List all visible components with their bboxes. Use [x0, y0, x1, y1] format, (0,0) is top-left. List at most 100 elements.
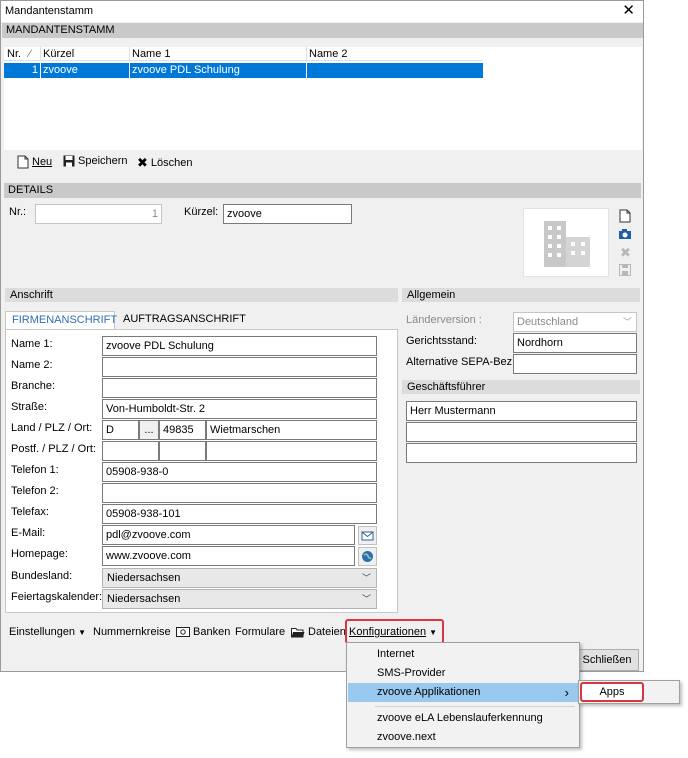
laenderversion-label: Länderversion : — [406, 314, 482, 326]
dateien-label: Dateien — [308, 626, 346, 638]
konfigurationen-dropdown: Internet SMS-Provider zvoove Applikation… — [346, 642, 580, 748]
col-nr[interactable]: Nr. — [7, 48, 21, 60]
kuerzel-label: Kürzel: — [184, 206, 219, 218]
chevron-down-icon: ﹀ — [361, 594, 371, 604]
schliessen-button[interactable]: Schließen — [575, 649, 639, 671]
gerichtsstand-label: Gerichtsstand: — [406, 335, 477, 347]
nummernkreise-label: Nummernkreise — [93, 626, 171, 638]
banknote-icon — [176, 627, 190, 637]
logo-new-icon[interactable] — [619, 209, 631, 223]
tab-auftragsanschrift[interactable]: AUFTRAGSANSCHRIFT — [117, 311, 252, 330]
name1-label: Name 1: — [11, 338, 53, 350]
sepa-field[interactable] — [513, 354, 637, 374]
new-document-icon — [17, 155, 29, 169]
mandantenstamm-header: MANDANTENSTAMM — [2, 23, 643, 38]
postfach-ort-field[interactable] — [206, 441, 377, 461]
telefax-label: Telefax: — [11, 506, 49, 518]
telefon2-label: Telefon 2: — [11, 485, 59, 497]
cell-kuerzel: zvoove — [43, 64, 78, 76]
homepage-label: Homepage: — [11, 548, 68, 560]
einstellungen-label: Einstellungen — [9, 626, 76, 638]
name2-label: Name 2: — [11, 359, 53, 371]
details-header: DETAILS — [4, 183, 641, 198]
land-lookup-button[interactable]: ... — [139, 420, 159, 440]
col-kuerzel[interactable]: Kürzel — [43, 48, 74, 60]
geschaeftsfuehrer-header: Geschäftsführer — [402, 380, 640, 394]
branche-label: Branche: — [11, 380, 56, 392]
telefax-field[interactable]: 05908-938-101 — [102, 504, 377, 524]
chevron-down-icon: ﹀ — [622, 317, 632, 327]
cell-nr: 1 — [31, 64, 38, 76]
table-row[interactable]: 1 zvoove zvoove PDL Schulung — [4, 63, 483, 78]
save-button[interactable]: Speichern — [63, 155, 128, 167]
folder-icon — [291, 627, 305, 637]
email-label: E-Mail: — [11, 527, 46, 539]
bundesland-label: Bundesland: — [11, 570, 73, 582]
geschaeftsfuehrer-field-2[interactable] — [406, 422, 637, 442]
bundesland-value: Niedersachsen — [107, 572, 181, 584]
submenu-arrow-icon: › — [564, 685, 569, 700]
anschrift-header: Anschrift — [5, 288, 398, 302]
konfigurationen-label: Konfigurationen — [349, 626, 427, 638]
land-plz-ort-label: Land / PLZ / Ort: — [11, 422, 93, 434]
mandant-grid[interactable]: Nr. ⁄ Kürzel Name 1 Name 2 1 zvoove zvoo… — [4, 47, 642, 150]
homepage-field[interactable]: www.zvoove.com — [102, 546, 355, 566]
gerichtsstand-field[interactable]: Nordhorn — [513, 333, 637, 353]
window-title: Mandantenstamm — [5, 5, 94, 17]
postfach-plz-field[interactable] — [159, 441, 206, 461]
land-field[interactable]: D — [102, 420, 139, 440]
telefon1-field[interactable]: 05908-938-0 — [102, 462, 377, 482]
tab-firmenanschrift[interactable]: FIRMENANSCHRIFT — [5, 311, 117, 330]
close-icon[interactable]: ✕ — [622, 3, 635, 19]
feiertagskalender-label: Feiertagskalender: — [11, 591, 103, 603]
nr-label: Nr.: — [9, 206, 27, 218]
menu-item-ela-lebenslauferkennung[interactable]: zvoove eLA Lebenslauferkennung — [348, 709, 578, 728]
dateien-button[interactable]: Dateien — [291, 626, 346, 638]
allgemein-header: Allgemein — [402, 288, 640, 302]
nummernkreise-button[interactable]: Nummernkreise — [93, 626, 171, 638]
name1-field[interactable]: zvoove PDL Schulung — [102, 336, 377, 356]
send-email-button[interactable] — [358, 526, 377, 545]
geschaeftsfuehrer-field-3[interactable] — [406, 443, 637, 463]
telefon2-field[interactable] — [102, 483, 377, 503]
strasse-field[interactable]: Von-Humboldt-Str. 2 — [102, 399, 377, 419]
title-bar: Mandantenstamm ✕ — [1, 1, 643, 22]
applikationen-submenu: Apps — [578, 680, 680, 704]
menu-item-internet[interactable]: Internet — [348, 645, 578, 664]
new-button[interactable]: Neu — [17, 155, 52, 169]
geschaeftsfuehrer-field-1[interactable]: Herr Mustermann — [406, 401, 637, 421]
formulare-button[interactable]: Formulare — [235, 626, 285, 638]
logo-delete-icon: ✖ — [620, 245, 631, 260]
name2-field[interactable] — [102, 357, 377, 377]
feiertagskalender-value: Niedersachsen — [107, 593, 181, 605]
email-field[interactable]: pdl@zvoove.com — [102, 525, 355, 545]
menu-item-label: zvoove Applikationen — [377, 686, 481, 698]
branche-field[interactable] — [102, 378, 377, 398]
submenu-item-apps[interactable]: Apps — [580, 682, 644, 702]
laenderversion-select[interactable]: Deutschland ﹀ — [513, 312, 637, 332]
open-homepage-button[interactable] — [358, 547, 377, 566]
delete-label: Löschen — [150, 157, 193, 169]
menu-item-zvoove-next[interactable]: zvoove.next — [348, 728, 578, 747]
ort-field[interactable]: Wietmarschen — [206, 420, 377, 440]
plz-field[interactable]: 49835 — [159, 420, 206, 440]
menu-item-zvoove-applikationen[interactable]: zvoove Applikationen › — [348, 683, 578, 702]
dropdown-arrow-icon: ▼ — [429, 627, 437, 637]
company-logo-placeholder[interactable] — [523, 208, 609, 277]
kuerzel-field[interactable]: zvoove — [223, 204, 352, 224]
postfach-field[interactable] — [102, 441, 159, 461]
col-name1[interactable]: Name 1 — [132, 48, 171, 60]
camera-icon[interactable] — [618, 228, 632, 240]
dropdown-arrow-icon: ▼ — [78, 627, 86, 637]
menu-item-sms-provider[interactable]: SMS-Provider — [348, 664, 578, 683]
delete-button[interactable]: ✖ Löschen — [137, 155, 193, 171]
banken-button[interactable]: Banken — [176, 626, 230, 638]
konfigurationen-menu[interactable]: Konfigurationen ▼ — [349, 626, 437, 638]
bundesland-select[interactable]: Niedersachsen ﹀ — [102, 568, 377, 588]
nr-field[interactable]: 1 — [35, 204, 162, 224]
einstellungen-menu[interactable]: Einstellungen ▼ — [9, 626, 86, 638]
save-label: Speichern — [78, 155, 128, 167]
col-name2[interactable]: Name 2 — [309, 48, 348, 60]
feiertagskalender-select[interactable]: Niedersachsen ﹀ — [102, 589, 377, 609]
postf-plz-ort-label: Postf. / PLZ / Ort: — [11, 443, 96, 455]
